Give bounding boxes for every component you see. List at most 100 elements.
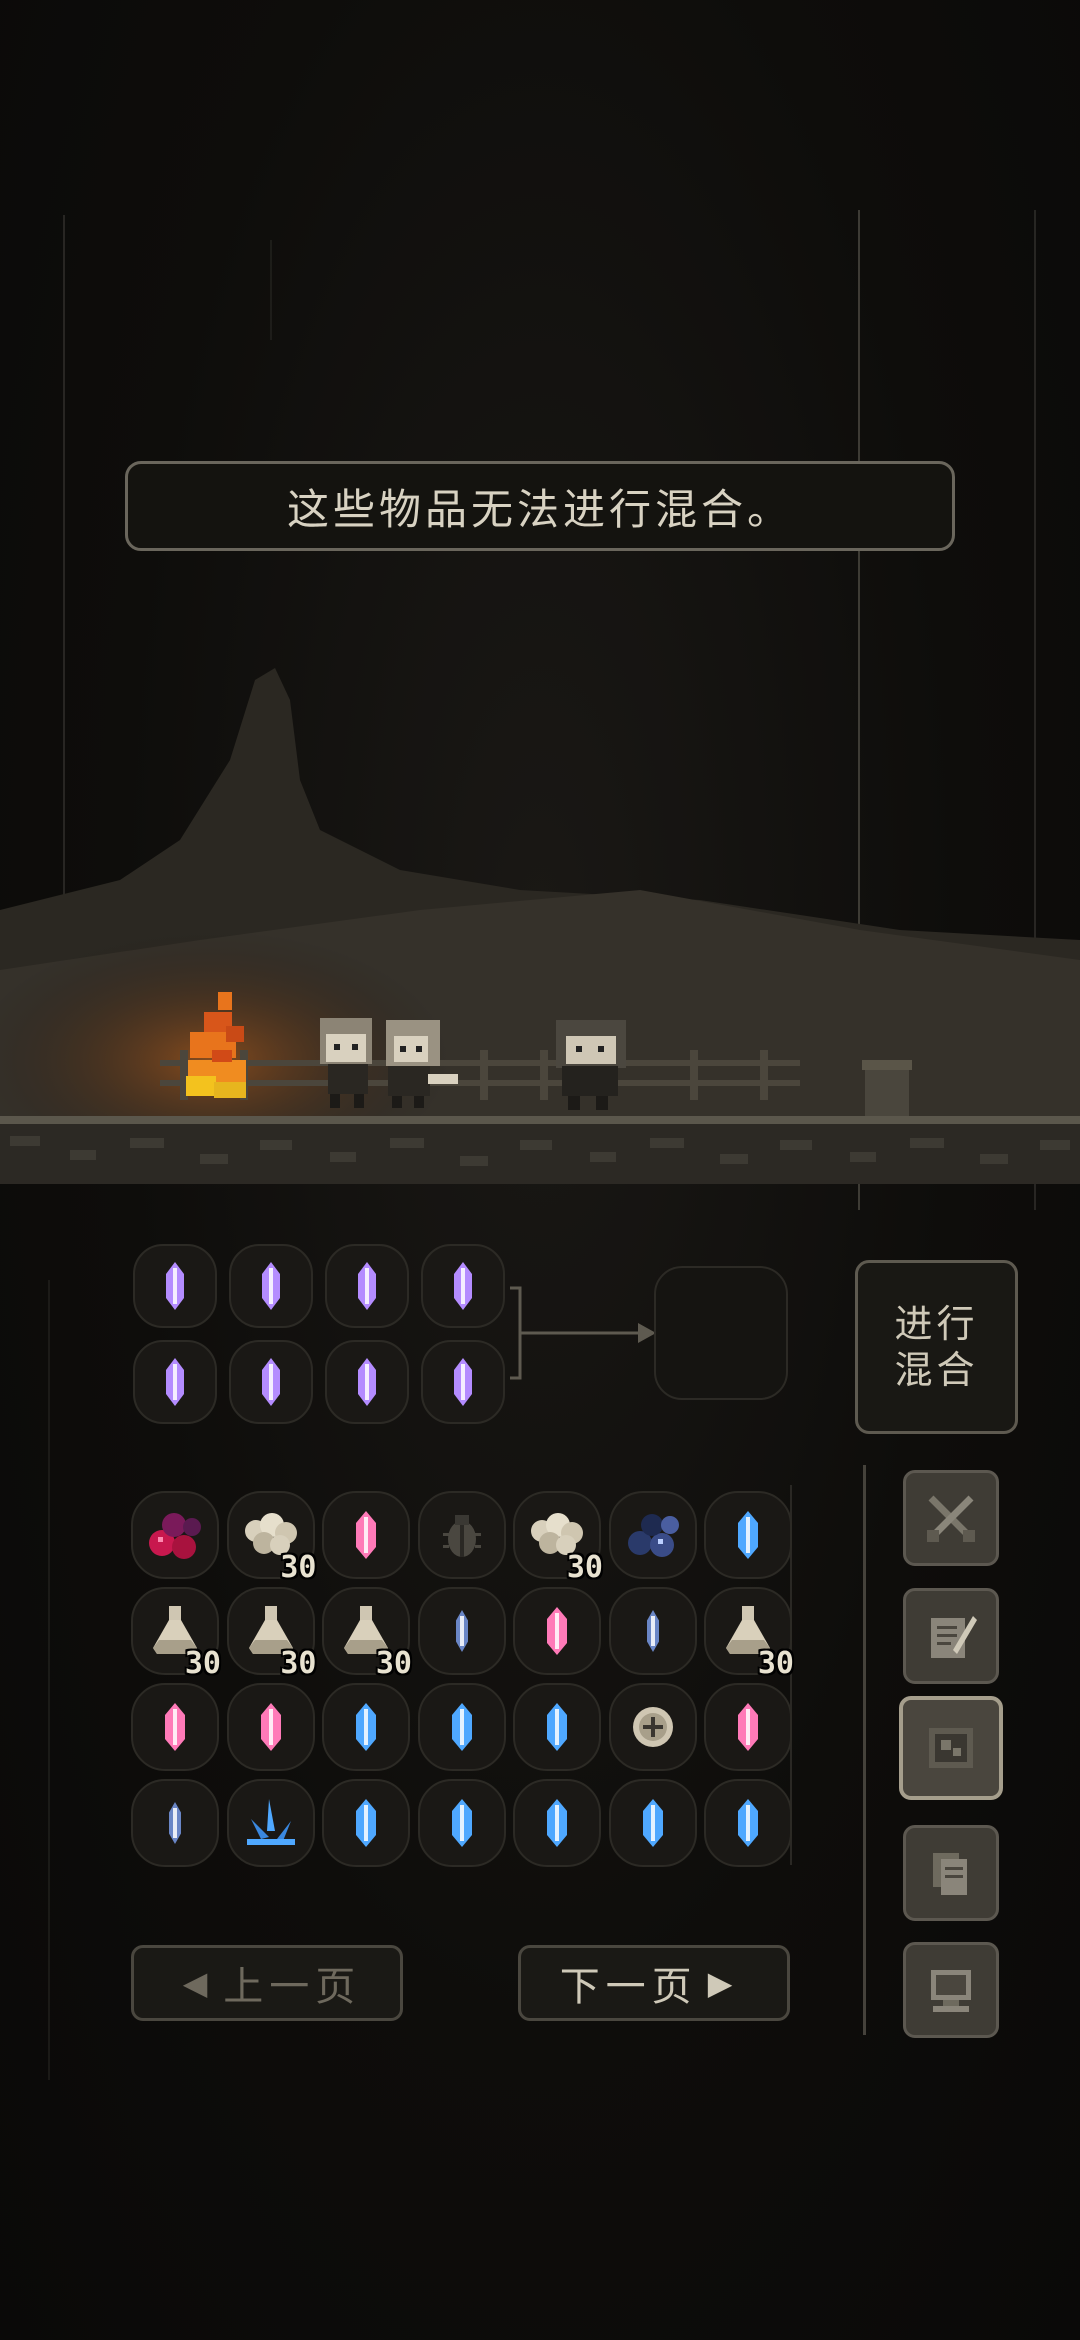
beetle-icon: [437, 1505, 487, 1565]
documents-icon: [923, 1845, 979, 1901]
inventory-slot[interactable]: [226, 1779, 315, 1867]
computer-button[interactable]: [903, 1942, 999, 2038]
side-divider: [863, 1465, 866, 2035]
ground: [0, 1116, 1080, 1124]
scroll-quill-button[interactable]: [903, 1588, 999, 1684]
inventory-slot[interactable]: [608, 1491, 697, 1579]
mix-ingredient-slot[interactable]: [421, 1340, 505, 1424]
inventory-slot[interactable]: [608, 1683, 697, 1771]
scroll-quill-icon: [923, 1608, 979, 1664]
inventory-slot[interactable]: 30: [131, 1587, 221, 1681]
inventory-slot[interactable]: [417, 1491, 506, 1579]
next-page-button[interactable]: 下一页 ▶: [518, 1945, 790, 2021]
inventory-slot[interactable]: [131, 1683, 219, 1771]
mix-ingredient-slot[interactable]: [229, 1340, 313, 1424]
message-banner: 这些物品无法进行混合。: [125, 461, 955, 551]
purple-crystal-icon: [247, 1352, 295, 1412]
inventory-slot[interactable]: [513, 1587, 601, 1675]
inventory-slot[interactable]: [704, 1779, 792, 1867]
computer-icon: [923, 1962, 979, 2018]
inventory-slot[interactable]: [417, 1683, 506, 1771]
crossed-swords-icon: [923, 1490, 979, 1546]
purple-crystal-icon: [343, 1352, 391, 1412]
inventory-slot[interactable]: [322, 1779, 410, 1867]
inventory-slot[interactable]: [513, 1683, 601, 1771]
purple-crystal-icon: [151, 1352, 199, 1412]
arrow-left-icon: ◀: [182, 1964, 214, 2002]
small-blue-crystal-icon: [438, 1601, 486, 1661]
inventory-slot[interactable]: [322, 1491, 410, 1579]
item-count: 30: [280, 1646, 317, 1681]
mix-button[interactable]: 进行 混合: [855, 1260, 1018, 1434]
prev-page-button[interactable]: ◀ 上一页: [131, 1945, 403, 2021]
prev-page-label: 上一页: [223, 1964, 362, 2010]
crossed-swords-button[interactable]: [903, 1470, 999, 1566]
pink-crystal-icon: [724, 1697, 772, 1757]
map-scroll-button[interactable]: [899, 1696, 1003, 1800]
game-screen: 这些物品无法进行混合。 进行 混合 30 30 30 30 30 30 ◀ 上一…: [0, 0, 1080, 2340]
small-blue-crystal-icon: [629, 1601, 677, 1661]
mix-ingredient-slot[interactable]: [229, 1244, 313, 1328]
pink-crystal-icon: [151, 1697, 199, 1757]
inventory-slot[interactable]: [322, 1683, 410, 1771]
blue-crystal-icon: [724, 1793, 772, 1853]
map-scroll-icon: [921, 1718, 981, 1778]
item-count: 30: [184, 1646, 221, 1681]
mix-ingredient-slot[interactable]: [325, 1244, 409, 1328]
next-page-label: 下一页: [559, 1964, 698, 2010]
mix-ingredient-slot[interactable]: [421, 1244, 505, 1328]
blue-ice-shard-icon: [239, 1793, 303, 1853]
blue-crystal-icon: [342, 1793, 390, 1853]
blue-berries-icon: [618, 1505, 688, 1565]
purple-crystal-icon: [343, 1256, 391, 1316]
item-count: 30: [375, 1646, 412, 1681]
message-text: 这些物品无法进行混合。: [286, 484, 793, 534]
blue-crystal-icon: [438, 1697, 486, 1757]
rain-streak: [48, 1280, 50, 2080]
mix-arrow: [510, 1286, 656, 1380]
mix-ingredient-slot[interactable]: [325, 1340, 409, 1424]
stump: [865, 1065, 909, 1117]
inventory-slot[interactable]: [131, 1779, 219, 1867]
blue-crystal-icon: [533, 1793, 581, 1853]
pink-crystal-icon: [533, 1601, 581, 1661]
mix-ingredient-slot[interactable]: [133, 1244, 217, 1328]
inventory-slot[interactable]: [704, 1491, 792, 1579]
scene-art: [0, 668, 1080, 1190]
pink-crystal-icon: [247, 1697, 295, 1757]
inventory-slot[interactable]: [131, 1491, 219, 1579]
purple-crystal-icon: [247, 1256, 295, 1316]
inventory-slot[interactable]: 30: [513, 1491, 603, 1585]
inventory-slot[interactable]: 30: [704, 1587, 794, 1681]
inventory-slot[interactable]: [226, 1683, 315, 1771]
inventory-slot[interactable]: [417, 1779, 506, 1867]
documents-button[interactable]: [903, 1825, 999, 1921]
camp-scene: [0, 640, 1080, 1200]
blue-crystal-icon: [724, 1505, 772, 1565]
arrow-right-icon: ▶: [707, 1964, 739, 2002]
inventory-slot[interactable]: [608, 1587, 697, 1675]
mix-ingredient-slot[interactable]: [133, 1340, 217, 1424]
coin-disc-icon: [623, 1697, 683, 1757]
pink-crystal-icon: [342, 1505, 390, 1565]
blue-crystal-icon: [629, 1793, 677, 1853]
inventory-slot[interactable]: 30: [226, 1587, 317, 1681]
inventory-slot[interactable]: [608, 1779, 697, 1867]
mix-result-slot[interactable]: [654, 1266, 788, 1400]
purple-crystal-icon: [439, 1256, 487, 1316]
item-count: 30: [566, 1550, 603, 1585]
item-count: 30: [757, 1646, 794, 1681]
purple-crystal-icon: [439, 1352, 487, 1412]
blue-crystal-icon: [533, 1697, 581, 1757]
inventory-slot[interactable]: 30: [226, 1491, 317, 1585]
blue-crystal-icon: [438, 1793, 486, 1853]
inventory-slot[interactable]: [513, 1779, 601, 1867]
inventory-slot[interactable]: [704, 1683, 792, 1771]
inventory-slot[interactable]: 30: [322, 1587, 412, 1681]
small-blue-crystal-icon: [151, 1793, 199, 1853]
mix-button-label: 进行 混合: [894, 1302, 979, 1392]
inventory-slot[interactable]: [417, 1587, 506, 1675]
blue-crystal-icon: [342, 1697, 390, 1757]
red-berries-icon: [140, 1505, 210, 1565]
purple-crystal-icon: [151, 1256, 199, 1316]
